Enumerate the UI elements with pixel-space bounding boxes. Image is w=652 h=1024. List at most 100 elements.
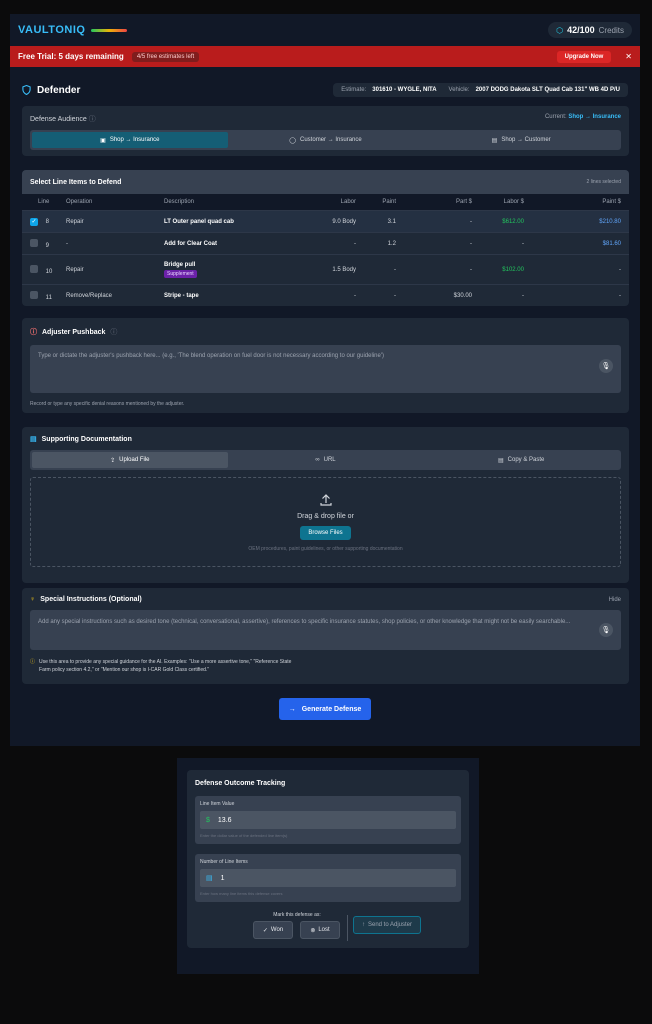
tab-url[interactable]: ∞ URL [228, 452, 424, 468]
count-text: 1 [220, 874, 225, 882]
upload-icon [319, 493, 332, 506]
document-icon: ▤ [491, 137, 498, 144]
alert-icon: ⓘ [30, 329, 37, 336]
tab-copy-paste[interactable]: ▤ Copy & Paste [423, 452, 619, 468]
credits-value: 42/100 [567, 25, 595, 35]
cell-paint: 3.1 [360, 210, 400, 233]
cell-paint-dollar: $81.60 [528, 232, 629, 255]
document-icon: ▤ [30, 436, 37, 443]
cell-part-dollar: - [400, 232, 476, 255]
audience-label: Defense Audience [30, 116, 87, 123]
hide-button[interactable]: Hide [609, 597, 621, 603]
vehicle-label: Vehicle: [448, 87, 470, 93]
cell-labor-dollar: - [476, 232, 528, 255]
estimate-info: Estimate: 301610 - WYGLE, NITA Vehicle: 20… [333, 83, 628, 97]
table-row[interactable]: 9 - Add for Clear Coat - 1.2 - - $81.60 [22, 232, 629, 255]
line-items-table: Line Operation Description Labor Paint P… [22, 194, 629, 306]
col-labor-dollar: Labor $ [476, 194, 528, 211]
cell-paint: - [360, 284, 400, 306]
pushback-hint: Record or type any specific denial reaso… [30, 401, 185, 407]
logo-text: VAULTONIQ [18, 24, 86, 36]
won-button[interactable]: ✓ Won [253, 921, 293, 939]
table-row[interactable]: ✓ 8 Repair LT Outer panel quad cab 9.0 B… [22, 210, 629, 233]
info-icon: ⓘ [88, 116, 96, 123]
credits-badge[interactable]: ⬡ 42/100 Credits [548, 22, 632, 38]
logo: VAULTONIQ [18, 24, 128, 36]
line-item-count-input[interactable]: ▤ 1 [200, 869, 456, 887]
line-item-count-field: Number of Line Items ▤ 1 Enter how many l… [195, 854, 461, 902]
trial-banner: Free Trial: 5 days remaining 4/5 free es… [10, 46, 640, 67]
tab-label: URL [323, 457, 336, 463]
cell-operation: Repair [62, 254, 160, 285]
tab-upload-file[interactable]: ⇪ Upload File [32, 452, 228, 468]
col-part-dollar: Part $ [400, 194, 476, 211]
shop-icon: ▣ [100, 137, 106, 144]
special-text: Add any special instructions such as des… [38, 619, 571, 625]
tracking-panel: Defense Outcome Tracking Line Item Value… [187, 770, 469, 948]
trial-text: Free Trial: 5 days remaining [18, 52, 124, 61]
mark-label: Mark this defense as: [273, 912, 321, 918]
col-labor: Labor [300, 194, 360, 211]
browse-files-button[interactable]: Browse Files [300, 525, 351, 540]
lost-button[interactable]: ⊗ Lost [300, 921, 340, 939]
docs-panel: ▤ Supporting Documentation ⇪ Upload File ∞… [22, 427, 629, 583]
estimate-value: 301610 - WYGLE, NITA [372, 87, 437, 93]
arrow-up-icon: ↑ [361, 922, 365, 928]
arrow-right-icon: → [288, 705, 296, 713]
audience-selector: ▣ Shop → Insurance ◯ Customer → Insurance … [30, 130, 621, 150]
defender-header: Defender Estimate: 301610 - WYGLE, NITA V… [10, 73, 640, 107]
table-row[interactable]: 11 Remove/Replace Stripe - tape - - $30.… [22, 284, 629, 306]
upload-icon: ⇪ [110, 457, 116, 464]
row-checkbox[interactable] [30, 264, 38, 273]
table-row[interactable]: 10 Repair Bridge pull Supplement 1.5 Body… [22, 254, 629, 285]
pushback-input[interactable]: Type or dictate the adjuster's pushback … [30, 345, 621, 393]
audience-shop-customer[interactable]: ▤ Shop → Customer [423, 132, 619, 148]
value-text: 13.6 [217, 816, 232, 824]
docs-tabs: ⇪ Upload File ∞ URL ▤ Copy & Paste [30, 450, 621, 470]
top-bar: VAULTONIQ ⬡ 42/100 Credits [10, 14, 640, 46]
microphone-icon[interactable]: 🎙 [599, 623, 613, 637]
supplement-badge: Supplement [164, 269, 197, 278]
line-item-value-input[interactable]: $13.6 [200, 811, 456, 829]
col-paint: Paint [360, 194, 400, 211]
audience-option-label: Customer → Insurance [300, 137, 362, 143]
drop-hint: OEM procedures, paint guidelines, or oth… [248, 545, 403, 552]
drop-text: Drag & drop file or [297, 512, 354, 520]
selected-count: 2 lines selected [586, 179, 621, 185]
row-checkbox[interactable]: ✓ [30, 217, 38, 226]
cell-part-dollar: - [400, 254, 476, 285]
cell-operation: Remove/Replace [62, 284, 160, 306]
audience-panel: Defense Audience ⓘ Current: Shop → Insur… [22, 106, 629, 156]
vehicle-value: 2007 DODG Dakota SLT Quad Cab 131" WB 4D… [475, 87, 620, 93]
audience-customer-insurance[interactable]: ◯ Customer → Insurance [228, 132, 424, 148]
special-input[interactable]: Add any special instructions such as des… [30, 610, 621, 650]
cell-description: Bridge pull [164, 261, 196, 268]
file-dropzone[interactable]: Drag & drop file or Browse Files OEM pro… [30, 477, 621, 567]
col-description: Description [160, 194, 300, 211]
microphone-icon[interactable]: 🎙 [599, 359, 613, 373]
tracking-title: Defense Outcome Tracking [195, 780, 286, 787]
row-checkbox[interactable] [30, 290, 38, 299]
special-tip: Use this area to provide any special gui… [39, 659, 292, 673]
value-hint: Enter the dollar value of the defended l… [200, 833, 288, 838]
row-checkbox[interactable] [30, 238, 38, 247]
cell-operation: - [62, 232, 160, 255]
current-label: Current: [544, 114, 567, 120]
cell-labor: - [300, 284, 360, 306]
close-icon[interactable]: ✕ [625, 52, 632, 61]
col-operation: Operation [62, 194, 160, 211]
pushback-panel: ⓘ Adjuster Pushback ⓘ Type or dictate the … [22, 318, 629, 413]
audience-shop-insurance[interactable]: ▣ Shop → Insurance [32, 132, 228, 148]
send-to-adjuster-button[interactable]: ↑ Send to Adjuster [353, 916, 421, 934]
cell-labor: 9.0 Body [300, 210, 360, 233]
cell-description: Stripe - tape [160, 284, 300, 306]
credits-label: Credits [598, 25, 624, 35]
link-icon: ∞ [315, 457, 320, 463]
line-items-title: Select Line Items to Defend [30, 178, 122, 186]
upgrade-button[interactable]: Upgrade Now [556, 50, 612, 63]
cell-paint-dollar: $210.80 [528, 210, 629, 233]
estimate-label: Estimate: [341, 87, 367, 93]
generate-defense-button[interactable]: → Generate Defense [279, 698, 371, 720]
tracking-card: Defense Outcome Tracking Line Item Value… [177, 758, 479, 974]
current-value: Shop → Insurance [568, 114, 621, 120]
